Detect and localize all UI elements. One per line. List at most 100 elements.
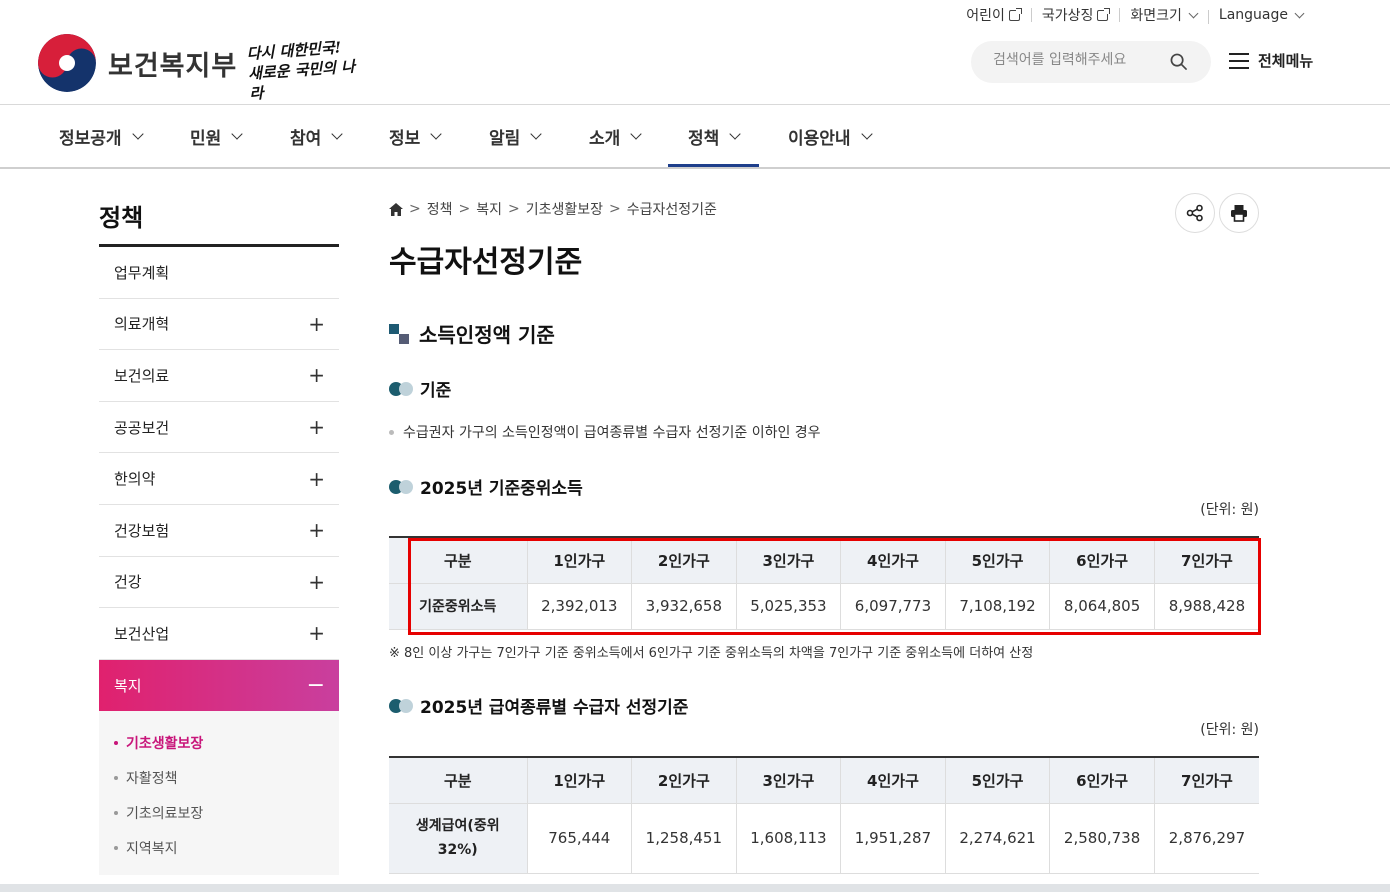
- utility-screen-size-dropdown[interactable]: 화면크기: [1119, 5, 1208, 25]
- nav-item-about[interactable]: 소개: [589, 105, 642, 167]
- minus-icon: −: [306, 673, 325, 699]
- main-nav: 정보공개 민원 참여 정보 알림 소개 정책 이용안내: [0, 105, 1390, 167]
- print-icon: [1231, 205, 1247, 222]
- table-header-cell: 6인가구: [1049, 537, 1155, 584]
- table-header-cell: 4인가구: [840, 757, 946, 804]
- criteria-text: 수급권자 가구의 소득인정액이 급여종류별 수급자 선정기준 이하인 경우: [389, 422, 821, 442]
- nav-item-guide[interactable]: 이용안내: [788, 105, 873, 167]
- nav-label: 정보: [389, 128, 421, 149]
- chevron-down-icon: [131, 128, 144, 140]
- table-cell: 7,108,192: [944, 583, 1050, 630]
- home-icon[interactable]: [389, 202, 403, 216]
- nav-item-notice[interactable]: 알림: [489, 105, 542, 167]
- share-button[interactable]: [1175, 193, 1215, 233]
- utility-national-symbol-link[interactable]: 국가상징: [1030, 5, 1120, 25]
- brand-name: 보건복지부: [108, 50, 238, 82]
- sidebar-item-health-insurance[interactable]: 건강보험 +: [99, 505, 339, 557]
- external-link-icon: [1097, 7, 1111, 21]
- subheading-text: 2025년 급여종류별 수급자 선정기준: [420, 698, 689, 718]
- taegeuk-logo-icon: [38, 34, 96, 92]
- table-cell: 2,580,738: [1049, 803, 1155, 874]
- table-header-cell: 7인가구: [1153, 757, 1259, 804]
- table-cell: 8,064,805: [1049, 583, 1155, 630]
- table-header-cell: 6인가구: [1049, 757, 1155, 804]
- selection-criteria-table: 구분 1인가구 2인가구 3인가구 4인가구 5인가구 6인가구 7인가구 생계…: [389, 756, 1259, 874]
- search-input[interactable]: [993, 52, 1153, 68]
- subheading-criteria: 기준: [389, 376, 451, 401]
- plus-icon: +: [308, 311, 325, 336]
- table-cell: 1,258,451: [631, 803, 737, 874]
- table-cell: 1,608,113: [735, 803, 841, 874]
- sidebar-item-health-medical[interactable]: 보건의료 +: [99, 350, 339, 402]
- nav-item-civil[interactable]: 민원: [190, 105, 243, 167]
- print-button[interactable]: [1219, 193, 1259, 233]
- breadcrumb-separator: >: [508, 201, 520, 217]
- table-cell: 2,392,013: [526, 583, 632, 630]
- all-menu-button[interactable]: 전체메뉴: [1229, 50, 1313, 71]
- sidebar-item-public-health[interactable]: 공공보건 +: [99, 402, 339, 454]
- sidebar-item-label: 복지: [114, 677, 142, 696]
- utility-kids-link[interactable]: 어린이: [955, 5, 1031, 25]
- sidebar-menu: 업무계획 의료개혁 + 보건의료 + 공공보건 + 한의약 + 건강보험 + 건강 + 보건…: [99, 247, 339, 876]
- utility-nav: 어린이 국가상징 화면크기 Language: [955, 5, 1314, 25]
- chevron-down-icon: [1294, 8, 1305, 18]
- table-row-label-line: 생계급여(중위: [415, 818, 500, 834]
- table-header-cell: 구분: [389, 757, 527, 804]
- table-header-cell: 4인가구: [840, 537, 946, 584]
- sidebar-sub-item-local-welfare[interactable]: 지역복지: [114, 830, 339, 865]
- window-bottom-bar: [0, 884, 1390, 892]
- table-cell: 8,988,428: [1153, 583, 1259, 630]
- all-menu-label: 전체메뉴: [1258, 52, 1314, 70]
- subheading-dot-icon: [389, 381, 414, 396]
- median-income-table: 구분 1인가구 2인가구 3인가구 4인가구 5인가구 6인가구 7인가구 기준…: [389, 536, 1259, 630]
- unit-label: (단위: 원): [1200, 722, 1259, 738]
- plus-icon: +: [308, 363, 325, 388]
- sidebar-item-work-plan[interactable]: 업무계획: [99, 247, 339, 299]
- nav-item-policy[interactable]: 정책: [667, 105, 760, 167]
- slogan-text: 다시 대한민국! 새로운 국민의 나라: [246, 36, 362, 104]
- table-row-label: 기준중위소득: [389, 583, 527, 630]
- utility-screen-size-label: 화면크기: [1130, 8, 1182, 24]
- breadcrumb-separator: >: [458, 201, 471, 217]
- breadcrumb-item-welfare[interactable]: 복지: [476, 199, 502, 219]
- chevron-down-icon: [430, 128, 442, 140]
- search-icon[interactable]: [1170, 53, 1187, 70]
- sidebar-item-label: 건강: [114, 573, 142, 592]
- nav-divider: [0, 167, 1390, 169]
- sidebar-item-welfare[interactable]: 복지 −: [99, 659, 339, 712]
- utility-language-dropdown[interactable]: Language: [1207, 7, 1314, 24]
- site-logo[interactable]: 보건복지부: [38, 34, 237, 92]
- sidebar-sub-item-basic-livelihood[interactable]: 기초생활보장: [114, 725, 339, 760]
- table-header-cell: 7인가구: [1153, 537, 1259, 584]
- chevron-down-icon: [1188, 8, 1199, 18]
- table-footnote: ※ 8인 이상 가구는 7인가구 기준 중위소득에서 6인가구 기준 중위소득의…: [389, 646, 1034, 661]
- table-cell: 2,274,621: [944, 803, 1050, 874]
- table-row-label-line: 32%): [437, 842, 478, 858]
- breadcrumb-item-basic-livelihood[interactable]: 기초생활보장: [526, 199, 603, 219]
- nav-item-info[interactable]: 정보: [389, 105, 442, 167]
- nav-item-participation[interactable]: 참여: [290, 105, 343, 167]
- chevron-down-icon: [860, 128, 873, 140]
- sidebar-sub-item-medical-aid[interactable]: 기초의료보장: [114, 795, 339, 830]
- nav-label: 알림: [489, 128, 521, 149]
- plus-icon: +: [308, 621, 325, 646]
- utility-language-label: Language: [1218, 7, 1288, 23]
- nav-label: 정보공개: [59, 128, 122, 149]
- table-header-row: 구분 1인가구 2인가구 3인가구 4인가구 5인가구 6인가구 7인가구: [389, 757, 1259, 804]
- breadcrumb-item-current: 수급자선정기준: [626, 202, 717, 218]
- nav-item-info-disclosure[interactable]: 정보공개: [59, 105, 144, 167]
- sidebar-title: 정책: [99, 204, 144, 232]
- share-icon: [1186, 204, 1203, 222]
- nav-label: 참여: [290, 128, 322, 149]
- table-row: 기준중위소득 2,392,013 3,932,658 5,025,353 6,0…: [389, 583, 1259, 630]
- sidebar-item-health[interactable]: 건강 +: [99, 557, 339, 609]
- table-header-cell: 3인가구: [735, 537, 841, 584]
- sidebar-item-korean-medicine[interactable]: 한의약 +: [99, 453, 339, 505]
- sidebar-item-medical-reform[interactable]: 의료개혁 +: [99, 299, 339, 351]
- external-link-icon: [1008, 7, 1022, 21]
- breadcrumb-item-policy[interactable]: 정책: [427, 199, 453, 219]
- sidebar-sub-item-self-support[interactable]: 자활정책: [114, 760, 339, 795]
- table-header-cell: 2인가구: [631, 757, 737, 804]
- sidebar-item-health-industry[interactable]: 보건산업 +: [99, 608, 339, 660]
- breadcrumb: > 정책 > 복지 > 기초생활보장 > 수급자선정기준: [389, 199, 717, 219]
